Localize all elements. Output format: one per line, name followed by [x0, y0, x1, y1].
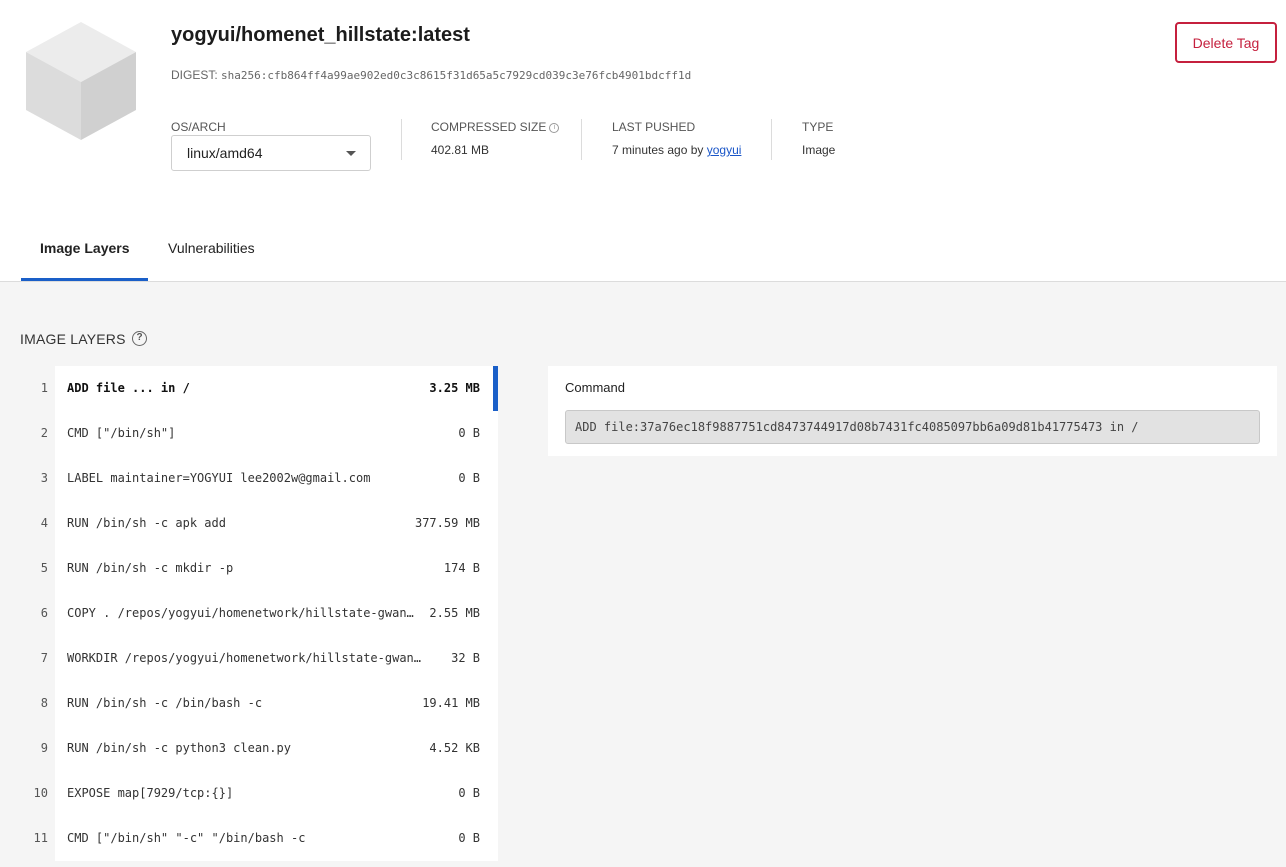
- layer-number: 2: [40, 426, 48, 440]
- info-icon[interactable]: i: [549, 123, 560, 133]
- last-pushed-value: 7 minutes ago by yogyui: [612, 143, 741, 157]
- layer-number: 10: [33, 786, 48, 800]
- layer-size: 0 B: [458, 471, 480, 485]
- section-title: IMAGE LAYERS: [20, 331, 126, 347]
- dropdown-arrow-icon: [346, 151, 356, 156]
- layer-row[interactable]: 1 ADD file ... in / 3.25 MB: [20, 366, 498, 411]
- layer-command: WORKDIR /repos/yogyui/homenetwork/hillst…: [67, 651, 422, 665]
- layer-row[interactable]: 2 CMD ["/bin/sh"] 0 B: [20, 411, 498, 456]
- digest-label: DIGEST:: [171, 68, 218, 82]
- layer-card: ADD file ... in / 3.25 MB: [55, 366, 498, 411]
- layer-card: LABEL maintainer=YOGYUI lee2002w@gmail.c…: [55, 456, 498, 501]
- layer-command: LABEL maintainer=YOGYUI lee2002w@gmail.c…: [67, 471, 371, 485]
- type-value: Image: [802, 143, 836, 157]
- compressed-size-value: 402.81 MB: [431, 143, 490, 157]
- layer-command: CMD ["/bin/sh" "-c" "/bin/bash -c: [67, 831, 306, 845]
- layer-number: 6: [40, 606, 48, 620]
- layer-row[interactable]: 3 LABEL maintainer=YOGYUI lee2002w@gmail.…: [20, 456, 498, 501]
- layer-row[interactable]: 10 EXPOSE map[7929/tcp:{}] 0 B: [20, 771, 498, 816]
- layer-row[interactable]: 5 RUN /bin/sh -c mkdir -p 174 B: [20, 546, 498, 591]
- digest-value: sha256:cfb864ff4a99ae902ed0c3c8615f31d65…: [221, 69, 692, 82]
- layers-list: 1 ADD file ... in / 3.25 MB 2 CMD ["/bin/sh"…: [20, 366, 498, 861]
- os-arch-select[interactable]: linux/amd64: [171, 135, 371, 171]
- layer-row[interactable]: 9 RUN /bin/sh -c python3 clean.py 4.52 KB: [20, 726, 498, 771]
- layer-card: WORKDIR /repos/yogyui/homenetwork/hillst…: [55, 636, 498, 681]
- layer-card: CMD ["/bin/sh"] 0 B: [55, 411, 498, 456]
- page-title: yogyui/homenet_hillstate:latest: [171, 24, 470, 46]
- layer-number: 3: [40, 471, 48, 485]
- tag-header: yogyui/homenet_hillstate:latest DIGEST: …: [0, 0, 1286, 282]
- delete-tag-button[interactable]: Delete Tag: [1175, 22, 1277, 63]
- layer-card: COPY . /repos/yogyui/homenetwork/hillsta…: [55, 591, 498, 636]
- layer-card: RUN /bin/sh -c mkdir -p 174 B: [55, 546, 498, 591]
- layer-row[interactable]: 4 RUN /bin/sh -c apk add 377.59 MB: [20, 501, 498, 546]
- command-label: Command: [565, 380, 625, 395]
- layer-command: CMD ["/bin/sh"]: [67, 426, 176, 440]
- digest: DIGEST: sha256:cfb864ff4a99ae902ed0c3c86…: [171, 68, 691, 82]
- layer-row[interactable]: 7 WORKDIR /repos/yogyui/homenetwork/hills…: [20, 636, 498, 681]
- layer-command: EXPOSE map[7929/tcp:{}]: [67, 786, 234, 800]
- layer-number: 5: [40, 561, 48, 575]
- layer-number: 9: [40, 741, 48, 755]
- layer-card: RUN /bin/sh -c apk add 377.59 MB: [55, 501, 498, 546]
- layer-number: 7: [40, 651, 48, 665]
- os-arch-value: linux/amd64: [187, 145, 263, 161]
- image-cube-icon: [26, 22, 136, 140]
- layer-command: RUN /bin/sh -c mkdir -p: [67, 561, 234, 575]
- layer-row[interactable]: 8 RUN /bin/sh -c /bin/bash -c 19.41 MB: [20, 681, 498, 726]
- layer-number: 1: [40, 381, 48, 395]
- command-panel: Command ADD file:37a76ec18f9887751cd8473…: [548, 366, 1277, 456]
- type-label: TYPE: [802, 120, 834, 134]
- layer-command: COPY . /repos/yogyui/homenetwork/hillsta…: [67, 606, 414, 620]
- layer-number: 8: [40, 696, 48, 710]
- layer-size: 2.55 MB: [429, 606, 480, 620]
- layer-row[interactable]: 11 CMD ["/bin/sh" "-c" "/bin/bash -c 0 B: [20, 816, 498, 861]
- active-tab-indicator: [21, 278, 148, 281]
- divider: [581, 119, 582, 160]
- command-value: ADD file:37a76ec18f9887751cd8473744917d0…: [565, 410, 1260, 444]
- layer-command: RUN /bin/sh -c python3 clean.py: [67, 741, 291, 755]
- last-pushed-label: LAST PUSHED: [612, 120, 696, 134]
- layer-card: RUN /bin/sh -c python3 clean.py 4.52 KB: [55, 726, 498, 771]
- compressed-size-label: COMPRESSED SIZE i: [431, 120, 560, 134]
- layer-size: 377.59 MB: [414, 516, 480, 530]
- layer-row[interactable]: 6 COPY . /repos/yogyui/homenetwork/hillst…: [20, 591, 498, 636]
- layer-card: EXPOSE map[7929/tcp:{}] 0 B: [55, 771, 498, 816]
- layer-size: 0 B: [458, 426, 480, 440]
- selected-layer-indicator: [493, 366, 498, 411]
- layer-size: 0 B: [458, 831, 480, 845]
- tab-vulnerabilities[interactable]: Vulnerabilities: [168, 240, 255, 256]
- layer-number: 4: [40, 516, 48, 530]
- last-pushed-text: 7 minutes ago by: [612, 143, 704, 157]
- compressed-size-label-text: COMPRESSED SIZE: [431, 120, 547, 134]
- divider: [771, 119, 772, 160]
- layer-number: 11: [33, 831, 48, 845]
- pushed-by-user-link[interactable]: yogyui: [707, 143, 742, 157]
- layer-size: 4.52 KB: [429, 741, 480, 755]
- layer-size: 3.25 MB: [429, 381, 480, 395]
- layer-size: 19.41 MB: [422, 696, 480, 710]
- os-arch-label: OS/ARCH: [171, 120, 226, 134]
- help-icon[interactable]: ?: [132, 331, 147, 346]
- layer-size: 174 B: [443, 561, 480, 575]
- layer-size: 32 B: [451, 651, 480, 665]
- layer-command: RUN /bin/sh -c /bin/bash -c: [67, 696, 263, 710]
- layer-size: 0 B: [458, 786, 480, 800]
- divider: [401, 119, 402, 160]
- tab-image-layers[interactable]: Image Layers: [40, 240, 130, 256]
- layer-command: ADD file ... in /: [67, 381, 190, 395]
- layer-command: RUN /bin/sh -c apk add: [67, 516, 226, 530]
- layer-card: RUN /bin/sh -c /bin/bash -c 19.41 MB: [55, 681, 498, 726]
- layer-card: CMD ["/bin/sh" "-c" "/bin/bash -c 0 B: [55, 816, 498, 861]
